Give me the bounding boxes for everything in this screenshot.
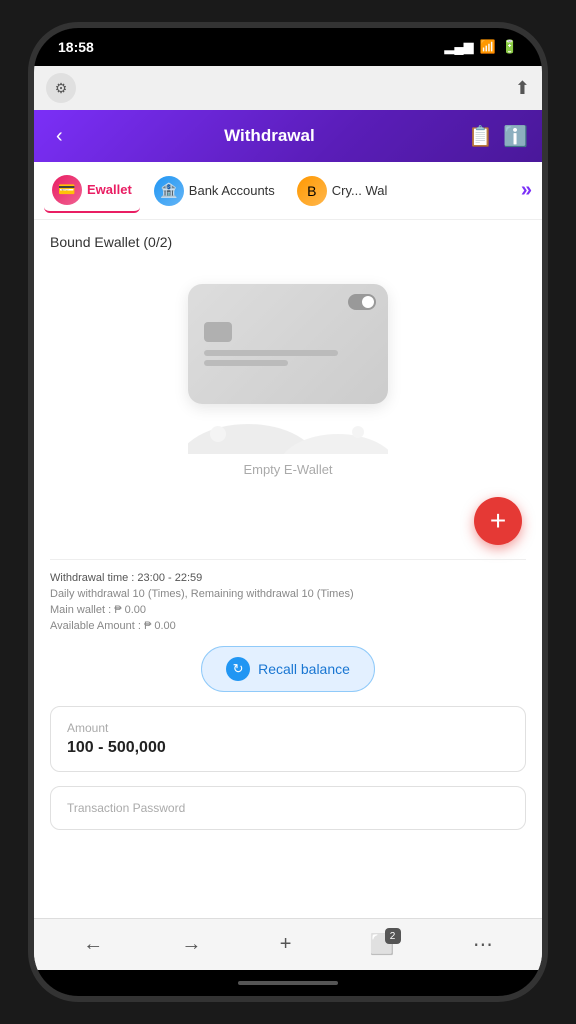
tab-ewallet[interactable]: 💳 Ewallet <box>44 169 140 213</box>
page-title: Withdrawal <box>71 126 469 146</box>
bank-tab-icon: 🏦 <box>154 176 184 206</box>
status-icons: ▂▄▆ 📶 🔋 <box>444 39 518 55</box>
tab-crypto[interactable]: B Cry... Wal <box>289 170 396 212</box>
nav-icons: 📋 ℹ️ <box>468 124 528 149</box>
tab-bar: 💳 Ewallet 🏦 Bank Accounts B Cry... Wal » <box>34 162 542 220</box>
wifi-icon: 📶 <box>480 39 496 55</box>
tab-bank-accounts[interactable]: 🏦 Bank Accounts <box>146 170 283 212</box>
daily-withdrawal-row: Daily withdrawal 10 (Times), Remaining w… <box>50 588 526 600</box>
recall-label: Recall balance <box>258 661 350 677</box>
tab-count-badge: 2 <box>385 928 401 944</box>
nav-tab-count-button[interactable]: ⬜ 2 <box>356 924 409 965</box>
top-nav: ‹ Withdrawal 📋 ℹ️ <box>34 110 542 162</box>
home-indicator <box>34 970 542 996</box>
add-icon[interactable]: 📋 <box>468 124 493 149</box>
crypto-tab-icon: B <box>297 176 327 206</box>
empty-label: Empty E-Wallet <box>243 462 332 477</box>
empty-card-area: Empty E-Wallet <box>50 264 526 487</box>
app-content: ‹ Withdrawal 📋 ℹ️ 💳 Ewallet 🏦 Bank Accou… <box>34 110 542 970</box>
withdrawal-time-row: Withdrawal time : 23:00 - 22:59 <box>50 572 526 584</box>
ewallet-tab-label: Ewallet <box>87 182 132 197</box>
section-title: Bound Ewallet (0/2) <box>50 234 526 250</box>
crypto-tab-label: Cry... Wal <box>332 183 388 198</box>
nav-new-tab-button[interactable]: + <box>266 925 306 964</box>
decorative-hills <box>188 404 388 454</box>
recall-balance-button[interactable]: ↻ Recall balance <box>201 646 375 692</box>
nav-menu-button[interactable]: ⋯ <box>459 924 507 965</box>
status-bar: 18:58 ▂▄▆ 📶 🔋 <box>34 28 542 66</box>
bottom-nav: ← → + ⬜ 2 ⋯ <box>34 918 542 970</box>
recall-icon: ↻ <box>226 657 250 681</box>
card-lines <box>204 350 372 366</box>
card-chip <box>204 322 232 342</box>
amount-card[interactable]: Amount 100 - 500,000 <box>50 706 526 772</box>
card-line-1 <box>204 350 338 356</box>
main-area: Bound Ewallet (0/2) <box>34 220 542 918</box>
add-ewallet-button[interactable]: + <box>474 497 522 545</box>
status-time: 18:58 <box>58 39 94 55</box>
nav-back-button[interactable]: ← <box>69 925 117 964</box>
amount-value: 100 - 500,000 <box>67 739 509 757</box>
transaction-password-card[interactable]: Transaction Password <box>50 786 526 830</box>
browser-options-icon[interactable]: ⚙ <box>46 73 76 103</box>
info-icon[interactable]: ℹ️ <box>503 124 528 149</box>
tab-more-button[interactable]: » <box>521 179 532 202</box>
signal-icon: ▂▄▆ <box>444 39 473 55</box>
info-section: Withdrawal time : 23:00 - 22:59 Daily wi… <box>50 559 526 632</box>
home-line <box>238 981 338 985</box>
nav-forward-button[interactable]: → <box>167 925 215 964</box>
card-toggle <box>348 294 376 310</box>
withdrawal-time-value: 23:00 - 22:59 <box>137 572 202 584</box>
amount-label: Amount <box>67 721 509 735</box>
browser-share-icon[interactable]: ⬆ <box>515 78 530 99</box>
back-button[interactable]: ‹ <box>48 121 71 152</box>
browser-bar: ⚙ ⬆ <box>34 66 542 110</box>
bank-tab-label: Bank Accounts <box>189 183 275 198</box>
card-line-2 <box>204 360 288 366</box>
fab-container: + <box>50 497 522 545</box>
withdrawal-time-label: Withdrawal time : <box>50 572 134 584</box>
transaction-password-label: Transaction Password <box>67 801 509 815</box>
available-amount-row: Available Amount : ₱ 0.00 <box>50 620 526 632</box>
main-wallet-row: Main wallet : ₱ 0.00 <box>50 604 526 616</box>
battery-icon: 🔋 <box>502 39 518 55</box>
card-visual <box>188 284 388 404</box>
ewallet-tab-icon: 💳 <box>52 175 82 205</box>
